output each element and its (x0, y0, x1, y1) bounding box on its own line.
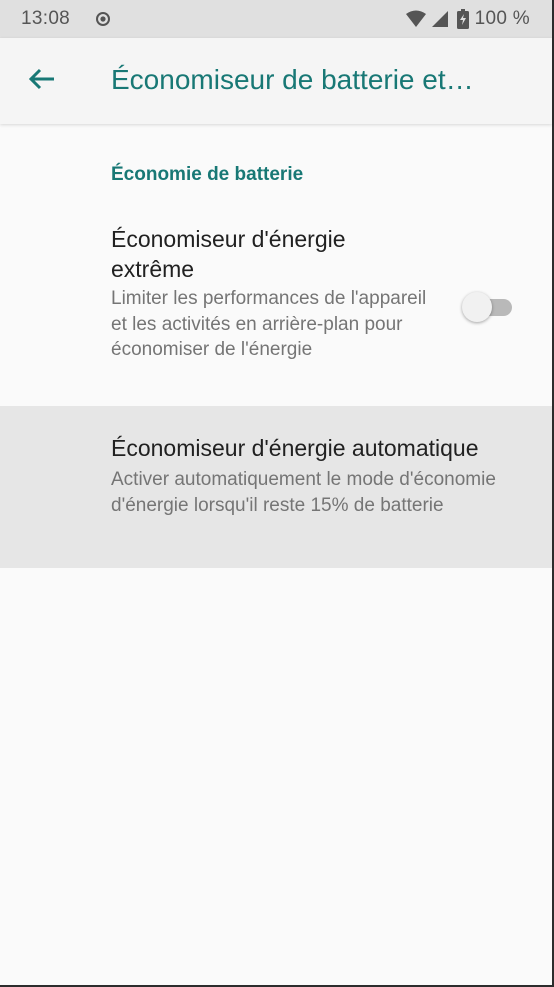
back-arrow-icon (28, 67, 56, 96)
status-icons: 100 % (405, 8, 530, 30)
app-bar: Économiseur de batterie et… (0, 38, 552, 124)
switch-thumb (462, 292, 492, 322)
page-title: Économiseur de batterie et… (111, 64, 474, 95)
back-button[interactable] (18, 57, 66, 105)
status-time: 13:08 (21, 8, 71, 29)
section-header: Économie de batterie (111, 164, 304, 185)
pref-extreme-power-saver[interactable]: Économiseur d'énergie extrême Limiter le… (0, 205, 552, 406)
pref-title: Économiseur d'énergie extrême (111, 226, 346, 282)
pref-summary: Activer automatiquement le mode d'économ… (111, 469, 496, 516)
status-bar: 13:08 100 % (0, 0, 552, 38)
extreme-power-saver-switch[interactable] (462, 289, 514, 323)
sync-icon (95, 11, 111, 27)
battery-percent: 100 % (474, 8, 530, 29)
signal-icon (431, 10, 449, 28)
pref-auto-power-saver[interactable]: Économiseur d'énergie automatique Active… (0, 406, 552, 568)
pref-title: Économiseur d'énergie automatique (111, 435, 479, 461)
battery-charging-icon (456, 9, 469, 29)
pref-summary: Limiter les performances de l'appareil e… (111, 288, 427, 360)
wifi-icon (405, 10, 427, 28)
